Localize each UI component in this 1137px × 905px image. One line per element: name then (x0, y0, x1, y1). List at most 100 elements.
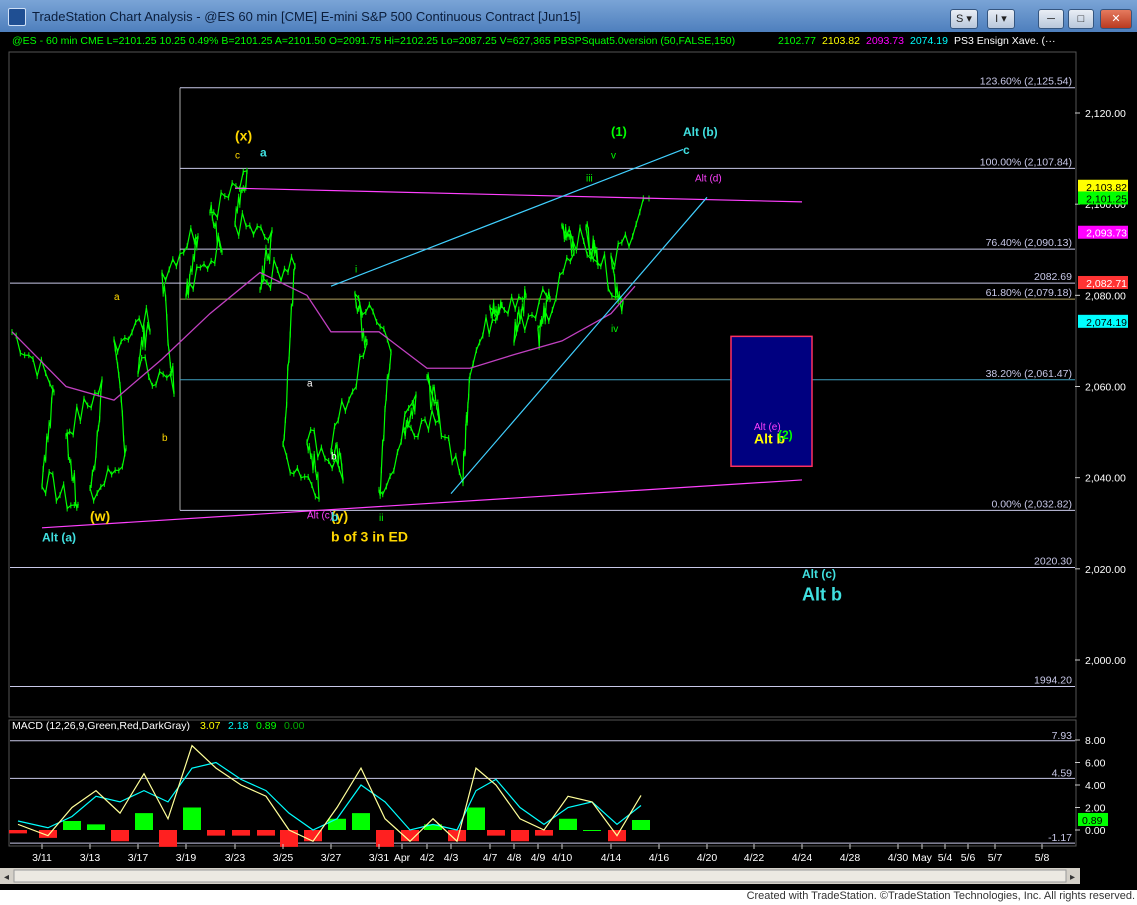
status-line-item: 2093.73 (866, 35, 904, 47)
price-tag-label: 2,082.71 (1086, 278, 1127, 290)
macd-histogram-bar (257, 830, 275, 836)
x-tick-label: 3/13 (80, 852, 101, 864)
wave-label: Alt (a) (42, 530, 76, 544)
x-tick-label: 3/27 (321, 852, 342, 864)
x-tick-label: 5/6 (961, 852, 976, 864)
macd-histogram-bar (487, 830, 505, 836)
wave-label: iii (586, 173, 593, 184)
wave-label: a (307, 379, 313, 390)
trendline (450, 196, 708, 495)
horizontal-scrollbar[interactable]: ◂ ▸ (0, 868, 1080, 884)
chart-window[interactable]: 123.60% (2,125.54) 100.00% (2,107.84) 76.4… (0, 32, 1137, 890)
status-line-item: 2103.82 (822, 35, 860, 47)
macd-value: 3.07 (200, 720, 221, 732)
copyright-text: Created with TradeStation. ©TradeStation… (746, 890, 1135, 902)
x-tick-label: Apr (394, 852, 411, 864)
macd-histogram-bar (352, 813, 370, 830)
minimize-button[interactable]: ─ (1038, 9, 1064, 29)
x-tick-label: 4/3 (444, 852, 459, 864)
wave-label: a (114, 292, 120, 303)
x-tick-label: 5/4 (938, 852, 953, 864)
window-title: TradeStation Chart Analysis - @ES 60 min… (32, 9, 581, 24)
y-tick-label: 2,020.00 (1085, 564, 1126, 576)
macd-y-tick-label: 2.00 (1085, 803, 1106, 815)
target-box-layer (730, 335, 813, 468)
x-tick-label: 4/8 (507, 852, 522, 864)
status-line: @ES - 60 min CME L=2101.25 10.25 0.49% B… (12, 35, 1056, 47)
wave-label: ii (379, 513, 383, 524)
x-tick-label: May (912, 852, 933, 864)
y-tick-label: 2,120.00 (1085, 108, 1126, 120)
trendline (41, 479, 803, 529)
wave-label: b (331, 510, 338, 524)
macd-panel: 7.93 4.59 -1.17 MACD (12,26,9,Green,Red,Dar… (9, 720, 1075, 847)
macd-histogram-bar (135, 813, 153, 830)
macd-histogram-bar (232, 830, 250, 836)
wave-label: (2) (778, 428, 793, 442)
i-dropdown-button[interactable]: I ▾ (987, 9, 1015, 29)
fib-level-label: 38.20% (2,061.47) (986, 368, 1072, 380)
s-dropdown-button[interactable]: S ▾ (950, 9, 978, 29)
macd-title: MACD (12,26,9,Green,Red,DarkGray) (12, 720, 190, 732)
macd-histogram-bar (559, 818, 577, 830)
wave-label: b of 3 in ED (331, 528, 408, 544)
macd-histogram-bar (535, 830, 553, 836)
wave-label: Alt (c) (307, 511, 333, 522)
horizontal-level-label: 1994.20 (1034, 674, 1072, 686)
wave-label: b (162, 433, 168, 444)
x-tick-label: 5/8 (1035, 852, 1050, 864)
fib-level-label: 0.00% (2,032.82) (991, 498, 1072, 510)
chart-canvas[interactable]: 123.60% (2,125.54) 100.00% (2,107.84) 76.4… (0, 32, 1137, 890)
x-tick-label: 4/24 (792, 852, 813, 864)
fib-level-label: 123.60% (2,125.54) (980, 76, 1072, 88)
status-line-item: PS3 Ensign Xave. (··· (954, 35, 1056, 47)
macd-last-tag-label: 0.89 (1082, 815, 1103, 827)
macd-y-tick-label: 4.00 (1085, 780, 1106, 792)
macd-histogram-bar (583, 830, 601, 831)
macd-histogram-bar (632, 819, 650, 830)
scroll-right-icon: ▸ (1070, 872, 1075, 883)
macd-value: 0.00 (284, 720, 305, 732)
wave-label: iv (611, 324, 618, 335)
maximize-button[interactable]: □ (1068, 9, 1094, 29)
close-button[interactable]: ✕ (1100, 9, 1132, 29)
wave-label: (1) (611, 124, 627, 139)
trendline (330, 148, 684, 287)
i-button-label: I (995, 13, 999, 25)
macd-histogram-bar (9, 830, 27, 834)
macd-panel-frame (8, 719, 1077, 847)
trendline (234, 187, 803, 203)
macd-value: 2.18 (228, 720, 249, 732)
price-tag-label: 2,074.19 (1086, 317, 1127, 329)
y-tick-label: 2,080.00 (1085, 290, 1126, 302)
scroll-left-icon: ◂ (4, 872, 9, 883)
x-tick-label: 4/9 (531, 852, 546, 864)
wave-label: c (683, 143, 690, 157)
y-tick-label: 2,060.00 (1085, 382, 1126, 394)
x-tick-label: 5/7 (988, 852, 1003, 864)
macd-histogram-bar (183, 807, 201, 830)
wave-label: Alt (c) (802, 567, 836, 581)
x-tick-label: 4/16 (649, 852, 670, 864)
close-icon: ✕ (1111, 13, 1121, 25)
macd-histogram-bar (207, 830, 225, 836)
status-line-item: 2102.77 (778, 35, 816, 47)
wave-label: Alt (b) (683, 125, 718, 139)
x-tick-label: 3/17 (128, 852, 149, 864)
macd-histogram-bar (63, 821, 81, 830)
x-tick-label: 3/11 (32, 852, 52, 864)
x-tick-label: 3/25 (273, 852, 294, 864)
x-tick-label: 4/22 (744, 852, 765, 864)
footer: Created with TradeStation. ©TradeStation… (0, 890, 1137, 905)
wave-label: (x) (235, 127, 252, 143)
app-icon (8, 8, 26, 26)
x-tick-label: 4/28 (840, 852, 861, 864)
x-tick-label: 4/2 (420, 852, 435, 864)
s-button-label: S (956, 13, 964, 25)
macd-y-tick-label: 8.00 (1085, 735, 1106, 747)
wave-label: c (235, 151, 240, 162)
x-tick-label: 4/14 (601, 852, 622, 864)
fib-level-label: 100.00% (2,107.84) (980, 156, 1072, 168)
x-tick-label: 3/23 (225, 852, 246, 864)
macd-value: 0.89 (256, 720, 277, 732)
